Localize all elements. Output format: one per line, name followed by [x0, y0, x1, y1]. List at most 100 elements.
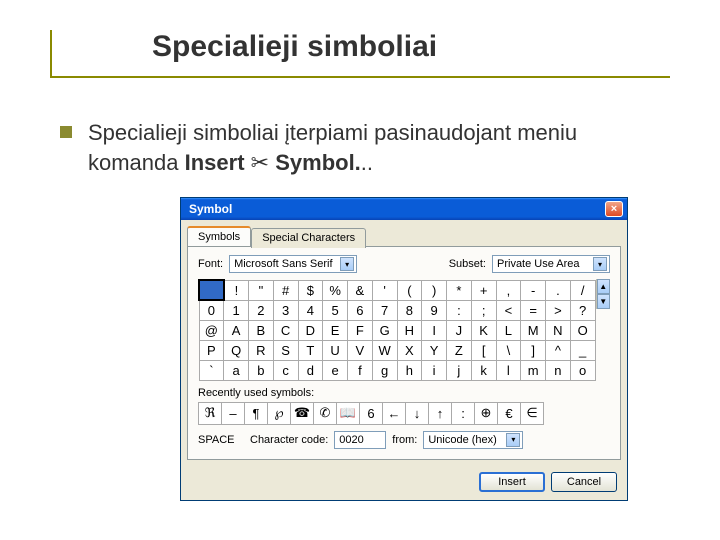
symbol-cell[interactable]: S	[273, 340, 298, 360]
recent-symbol-cell[interactable]: €	[498, 402, 521, 424]
symbol-cell[interactable]: j	[447, 360, 472, 380]
symbol-cell[interactable]: o	[570, 360, 595, 380]
symbol-cell[interactable]: 5	[323, 300, 348, 320]
symbol-cell[interactable]: h	[397, 360, 422, 380]
symbol-cell[interactable]: 9	[422, 300, 447, 320]
symbol-cell[interactable]: P	[199, 340, 224, 360]
symbol-cell[interactable]: 2	[249, 300, 274, 320]
from-combo[interactable]: Unicode (hex) ▾	[423, 431, 523, 449]
symbol-cell[interactable]: @	[199, 320, 224, 340]
recent-symbol-cell[interactable]: 📖	[337, 402, 360, 424]
symbol-cell[interactable]: G	[372, 320, 397, 340]
symbol-cell[interactable]: b	[249, 360, 274, 380]
symbol-cell[interactable]: B	[249, 320, 274, 340]
close-button[interactable]: ×	[605, 201, 623, 217]
symbol-cell[interactable]: i	[422, 360, 447, 380]
symbol-cell[interactable]: C	[273, 320, 298, 340]
symbol-cell[interactable]: Q	[224, 340, 249, 360]
tab-symbols[interactable]: Symbols	[187, 226, 251, 246]
symbol-cell[interactable]: %	[323, 280, 348, 300]
symbol-cell[interactable]: ?	[570, 300, 595, 320]
symbol-cell[interactable]: #	[273, 280, 298, 300]
scroll-down-button[interactable]: ▼	[597, 294, 611, 309]
symbol-cell[interactable]: n	[546, 360, 571, 380]
symbol-cell[interactable]: /	[570, 280, 595, 300]
symbol-cell[interactable]: M	[521, 320, 546, 340]
symbol-cell[interactable]: ]	[521, 340, 546, 360]
recent-symbol-cell[interactable]: ℜ	[199, 402, 222, 424]
symbol-cell[interactable]: =	[521, 300, 546, 320]
symbol-cell[interactable]: "	[249, 280, 274, 300]
symbol-cell[interactable]: e	[323, 360, 348, 380]
symbol-cell[interactable]: ^	[546, 340, 571, 360]
subset-combo[interactable]: Private Use Area ▾	[492, 255, 610, 273]
symbol-cell[interactable]: +	[471, 280, 496, 300]
recent-symbol-cell[interactable]: ℘	[268, 402, 291, 424]
recent-symbol-cell[interactable]: ¶	[245, 402, 268, 424]
cancel-button[interactable]: Cancel	[551, 472, 617, 492]
recent-symbol-cell[interactable]: :	[452, 402, 475, 424]
recent-symbol-cell[interactable]: ↑	[429, 402, 452, 424]
symbol-cell[interactable]: D	[298, 320, 323, 340]
charcode-input[interactable]	[334, 431, 386, 449]
symbol-cell[interactable]: N	[546, 320, 571, 340]
scroll-up-button[interactable]: ▲	[597, 279, 611, 294]
symbol-cell[interactable]: m	[521, 360, 546, 380]
insert-button[interactable]: Insert	[479, 472, 545, 492]
recent-symbol-cell[interactable]: ↓	[406, 402, 429, 424]
symbol-cell[interactable]	[199, 280, 224, 300]
recent-symbol-cell[interactable]: ⊕	[475, 402, 498, 424]
symbol-cell[interactable]: ,	[496, 280, 521, 300]
symbol-cell[interactable]: 4	[298, 300, 323, 320]
symbol-cell[interactable]: A	[224, 320, 249, 340]
recent-symbol-cell[interactable]: –	[222, 402, 245, 424]
tab-special-characters[interactable]: Special Characters	[251, 228, 366, 248]
symbol-cell[interactable]: 7	[372, 300, 397, 320]
grid-scrollbar[interactable]: ▲ ▼	[596, 279, 611, 309]
symbol-cell[interactable]: 8	[397, 300, 422, 320]
recent-symbol-cell[interactable]: 6	[360, 402, 383, 424]
symbol-cell[interactable]: Y	[422, 340, 447, 360]
symbol-cell[interactable]: &	[348, 280, 373, 300]
symbol-cell[interactable]: I	[422, 320, 447, 340]
symbol-cell[interactable]: X	[397, 340, 422, 360]
recent-symbol-cell[interactable]: ✆	[314, 402, 337, 424]
symbol-cell[interactable]: 6	[348, 300, 373, 320]
symbol-cell[interactable]: *	[447, 280, 472, 300]
symbol-cell[interactable]: f	[348, 360, 373, 380]
symbol-cell[interactable]: .	[546, 280, 571, 300]
symbol-cell[interactable]: 1	[224, 300, 249, 320]
symbol-cell[interactable]: d	[298, 360, 323, 380]
symbol-cell[interactable]: O	[570, 320, 595, 340]
symbol-cell[interactable]: )	[422, 280, 447, 300]
symbol-cell[interactable]: !	[224, 280, 249, 300]
symbol-cell[interactable]: k	[471, 360, 496, 380]
symbol-cell[interactable]: >	[546, 300, 571, 320]
symbol-cell[interactable]: ;	[471, 300, 496, 320]
symbol-cell[interactable]: _	[570, 340, 595, 360]
symbol-cell[interactable]: F	[348, 320, 373, 340]
recent-symbol-cell[interactable]: ☎	[291, 402, 314, 424]
title-bar[interactable]: Symbol ×	[181, 198, 627, 220]
symbol-cell[interactable]: L	[496, 320, 521, 340]
symbol-cell[interactable]: `	[199, 360, 224, 380]
symbol-cell[interactable]: l	[496, 360, 521, 380]
symbol-cell[interactable]: 0	[199, 300, 224, 320]
symbol-cell[interactable]: W	[372, 340, 397, 360]
symbol-cell[interactable]: :	[447, 300, 472, 320]
recent-symbol-cell[interactable]: ∈	[521, 402, 544, 424]
symbol-cell[interactable]: a	[224, 360, 249, 380]
recent-symbol-cell[interactable]: ←	[383, 402, 406, 424]
symbol-cell[interactable]: T	[298, 340, 323, 360]
symbol-cell[interactable]: (	[397, 280, 422, 300]
font-combo[interactable]: Microsoft Sans Serif ▾	[229, 255, 357, 273]
symbol-cell[interactable]: K	[471, 320, 496, 340]
symbol-cell[interactable]: g	[372, 360, 397, 380]
symbol-cell[interactable]: V	[348, 340, 373, 360]
symbol-cell[interactable]: E	[323, 320, 348, 340]
symbol-cell[interactable]: [	[471, 340, 496, 360]
symbol-cell[interactable]: $	[298, 280, 323, 300]
symbol-cell[interactable]: 3	[273, 300, 298, 320]
symbol-cell[interactable]: U	[323, 340, 348, 360]
symbol-cell[interactable]: -	[521, 280, 546, 300]
